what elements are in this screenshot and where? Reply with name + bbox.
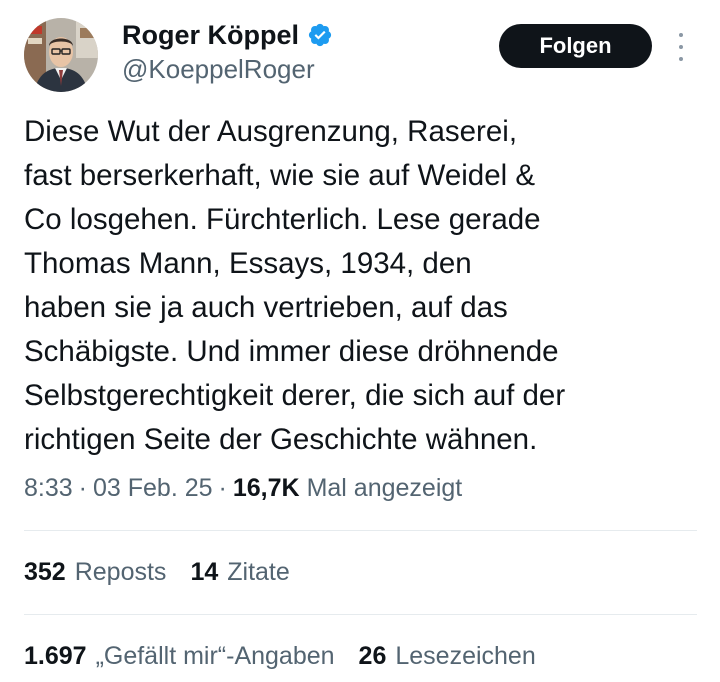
tweet-date[interactable]: 03 Feb. 25	[93, 474, 213, 503]
views-count: 16,7K	[232, 474, 300, 502]
divider	[24, 530, 697, 531]
bookmarks-stat[interactable]: 26 Lesezeichen	[359, 642, 536, 671]
reposts-count: 352	[24, 558, 66, 586]
author-display-name[interactable]: Roger Köppel	[122, 20, 299, 51]
divider	[24, 614, 697, 615]
tweet-line: Selbstgerechtigkeit derer, die sich auf …	[24, 379, 566, 412]
likes-stat[interactable]: 1.697 „Gefällt mir“-Angaben	[24, 642, 335, 671]
tweet-time[interactable]: 8:33	[24, 474, 73, 503]
meta-separator: ·	[78, 474, 87, 502]
tweet-line: Schäbigste. Und immer diese dröhnende	[24, 335, 559, 368]
meta-separator: ·	[218, 474, 227, 502]
stats-row-reposts: 352 Reposts 14 Zitate	[24, 558, 290, 587]
tweet-line: Diese Wut der Ausgrenzung, Raserei,	[24, 115, 518, 148]
reposts-label: Reposts	[74, 558, 167, 586]
tweet-line: Co losgehen. Fürchterlich. Lese gerade	[24, 203, 541, 236]
follow-button[interactable]: Folgen	[499, 24, 652, 68]
stats-row-likes: 1.697 „Gefällt mir“-Angaben 26 Lesezeich…	[24, 642, 536, 671]
more-vertical-icon[interactable]	[670, 33, 692, 61]
author-handle[interactable]: @KoeppelRoger	[122, 54, 315, 85]
quotes-label: Zitate	[227, 558, 290, 586]
likes-count: 1.697	[24, 642, 87, 670]
views-label: Mal angezeigt	[306, 474, 463, 502]
bookmarks-count: 26	[358, 642, 387, 670]
more-dot	[679, 33, 683, 37]
avatar-image	[24, 18, 98, 92]
tweet-line: fast berserkerhaft, wie sie auf Weidel &	[24, 159, 536, 192]
likes-label: „Gefällt mir“-Angaben	[95, 642, 335, 670]
avatar[interactable]	[24, 18, 98, 92]
quotes-stat[interactable]: 14 Zitate	[190, 558, 289, 587]
tweet-meta: 8:33 · 03 Feb. 25 · 16,7K Mal angezeigt	[24, 474, 462, 503]
bookmarks-label: Lesezeichen	[395, 642, 536, 670]
tweet-line: richtigen Seite der Geschichte wähnen.	[24, 423, 538, 456]
quotes-count: 14	[190, 558, 219, 586]
reposts-stat[interactable]: 352 Reposts	[24, 558, 166, 587]
more-dot	[679, 57, 683, 61]
author-name-row[interactable]: Roger Köppel	[122, 18, 333, 52]
verified-badge-icon[interactable]	[307, 22, 333, 48]
tweet-line: Thomas Mann, Essays, 1934, den	[24, 247, 472, 280]
tweet-text: Diese Wut der Ausgrenzung, Raserei, fast…	[24, 110, 694, 462]
tweet-line: haben sie ja auch vertrieben, auf das	[24, 291, 508, 324]
more-dot	[679, 45, 683, 49]
